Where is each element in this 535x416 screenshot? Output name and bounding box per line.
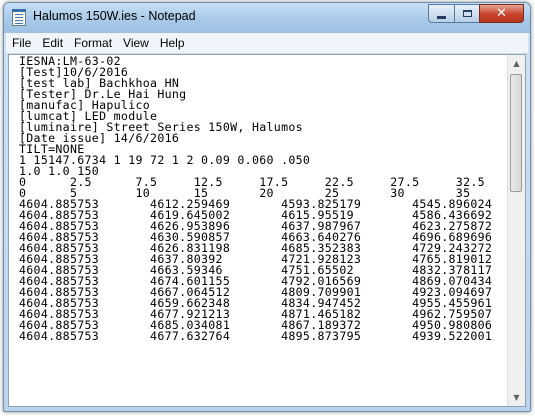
menu-format[interactable]: Format — [69, 36, 117, 50]
maximize-button[interactable] — [454, 4, 479, 23]
close-icon: ✕ — [496, 6, 507, 21]
minimize-button[interactable] — [428, 4, 454, 23]
menu-edit[interactable]: Edit — [37, 36, 68, 50]
chevron-down-icon: ▼ — [513, 393, 520, 402]
document-text[interactable]: IESNA:LM-63-02 [Test]10/6/2016 [test lab… — [9, 55, 508, 406]
menu-bar: File Edit Format View Help — [6, 33, 528, 54]
notepad-window: Halumos 150W.ies - Notepad ✕ File Edit F… — [3, 2, 531, 412]
window-controls: ✕ — [428, 4, 524, 23]
scroll-up-button[interactable]: ▲ — [508, 55, 525, 72]
menu-help[interactable]: Help — [155, 36, 190, 50]
minimize-icon — [437, 15, 446, 19]
close-button[interactable]: ✕ — [479, 4, 524, 23]
text-line: 4604.885753 4677.632764 4895.873795 4939… — [19, 329, 493, 343]
menu-file[interactable]: File — [7, 36, 36, 50]
vertical-scrollbar[interactable]: ▲ ▼ — [507, 55, 525, 406]
scroll-down-button[interactable]: ▼ — [508, 389, 525, 406]
editor-area[interactable]: IESNA:LM-63-02 [Test]10/6/2016 [test lab… — [8, 54, 526, 407]
scroll-thumb[interactable] — [510, 74, 522, 192]
maximize-icon — [462, 10, 472, 17]
menu-view[interactable]: View — [118, 36, 154, 50]
title-bar[interactable]: Halumos 150W.ies - Notepad ✕ — [4, 3, 530, 33]
text-line: [Date issue] 14/6/2016 — [19, 131, 180, 145]
window-title: Halumos 150W.ies - Notepad — [33, 9, 196, 23]
chevron-up-icon: ▲ — [513, 59, 520, 68]
notepad-app-icon[interactable] — [12, 9, 26, 26]
